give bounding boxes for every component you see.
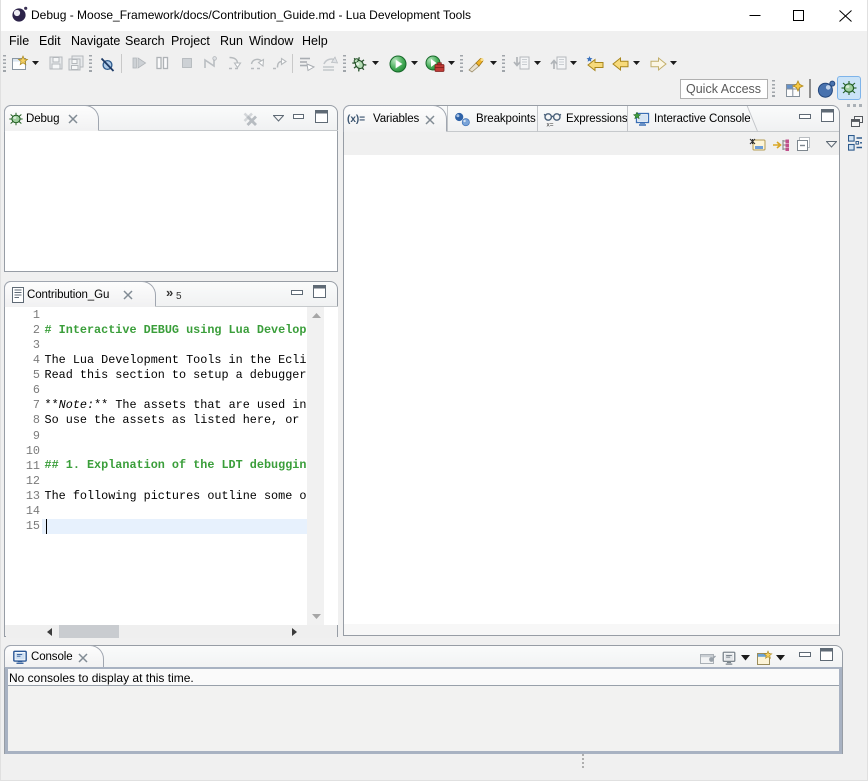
svg-text:x=: x= (547, 122, 554, 128)
